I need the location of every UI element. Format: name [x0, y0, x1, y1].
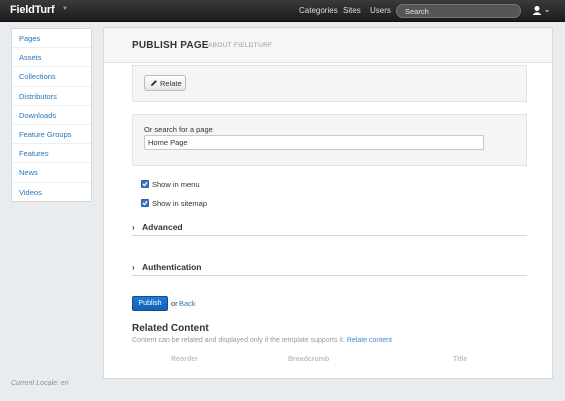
- show-in-menu-checkbox[interactable]: [141, 180, 149, 188]
- page-header: PUBLISH PAGE ABOUT FIELDTURF: [104, 28, 552, 63]
- advanced-section-toggle[interactable]: › Advanced: [132, 221, 527, 236]
- relate-button-label: Relate: [160, 79, 182, 88]
- nav-link-categories[interactable]: Categories: [299, 6, 338, 15]
- current-locale: Current Locale: en: [11, 380, 69, 387]
- publish-button[interactable]: Publish: [132, 296, 168, 311]
- sidebar-item-pages[interactable]: Pages: [12, 29, 91, 49]
- sidebar-item-videos[interactable]: Videos: [12, 183, 91, 202]
- column-header-reorder[interactable]: Reorder: [171, 356, 198, 363]
- page-search-label: Or search for a page: [144, 125, 213, 134]
- chevron-down-icon[interactable]: ▼: [62, 6, 68, 12]
- related-content-description: Content can be related and displayed onl…: [132, 337, 392, 344]
- brand-logo[interactable]: FieldTurf: [10, 4, 55, 16]
- or-text: or: [171, 299, 178, 308]
- sidebar-item-assets[interactable]: Assets: [12, 48, 91, 68]
- sidebar-item-features[interactable]: Features: [12, 144, 91, 164]
- show-in-sitemap-option[interactable]: Show in sitemap: [141, 198, 207, 208]
- relate-well: Relate: [132, 65, 527, 102]
- nav-link-sites[interactable]: Sites: [343, 6, 361, 15]
- main-panel: PUBLISH PAGE ABOUT FIELDTURF Relate Or s…: [103, 27, 553, 379]
- nav-link-users[interactable]: Users: [370, 6, 391, 15]
- relate-content-link[interactable]: Relate content: [347, 337, 392, 344]
- relate-button[interactable]: Relate: [144, 75, 186, 91]
- authentication-section-label: Authentication: [142, 262, 202, 272]
- sidebar-item-distributors[interactable]: Distributors: [12, 87, 91, 106]
- column-header-breadcrumb[interactable]: Breadcrumb: [288, 356, 329, 363]
- chevron-right-icon: ›: [132, 223, 135, 232]
- show-in-menu-option[interactable]: Show in menu: [141, 179, 200, 189]
- back-link[interactable]: Back: [179, 299, 196, 308]
- page-search-well: Or search for a page: [132, 114, 527, 166]
- show-in-sitemap-checkbox[interactable]: [141, 199, 149, 207]
- page-search-input[interactable]: [144, 135, 484, 150]
- page-subtitle: ABOUT FIELDTURF: [208, 42, 273, 49]
- authentication-section-toggle[interactable]: › Authentication: [132, 261, 527, 276]
- search-input[interactable]: [396, 4, 521, 18]
- related-content-title: Related Content: [132, 323, 209, 334]
- show-in-sitemap-label: Show in sitemap: [152, 198, 208, 208]
- show-in-menu-label: Show in menu: [152, 179, 200, 189]
- user-menu[interactable]: [532, 5, 552, 17]
- chevron-right-icon: ›: [132, 263, 135, 272]
- sidebar-item-downloads[interactable]: Downloads: [12, 106, 91, 125]
- related-description-text: Content can be related and displayed onl…: [132, 337, 345, 344]
- sidebar-item-news[interactable]: News: [12, 163, 91, 183]
- advanced-section-label: Advanced: [142, 222, 183, 232]
- sidebar: Pages Assets Collections Distributors Do…: [11, 28, 92, 202]
- column-header-title[interactable]: Title: [453, 356, 467, 363]
- checkmark-icon: [142, 200, 148, 206]
- pencil-icon: [151, 80, 157, 86]
- user-icon: [532, 6, 549, 15]
- sidebar-item-collections[interactable]: Collections: [12, 67, 91, 87]
- sidebar-item-feature-groups[interactable]: Feature Groups: [12, 125, 91, 145]
- checkmark-icon: [142, 181, 148, 187]
- top-navbar: FieldTurf ▼ Categories Sites Users: [0, 0, 565, 22]
- page-title: PUBLISH PAGE: [132, 40, 209, 51]
